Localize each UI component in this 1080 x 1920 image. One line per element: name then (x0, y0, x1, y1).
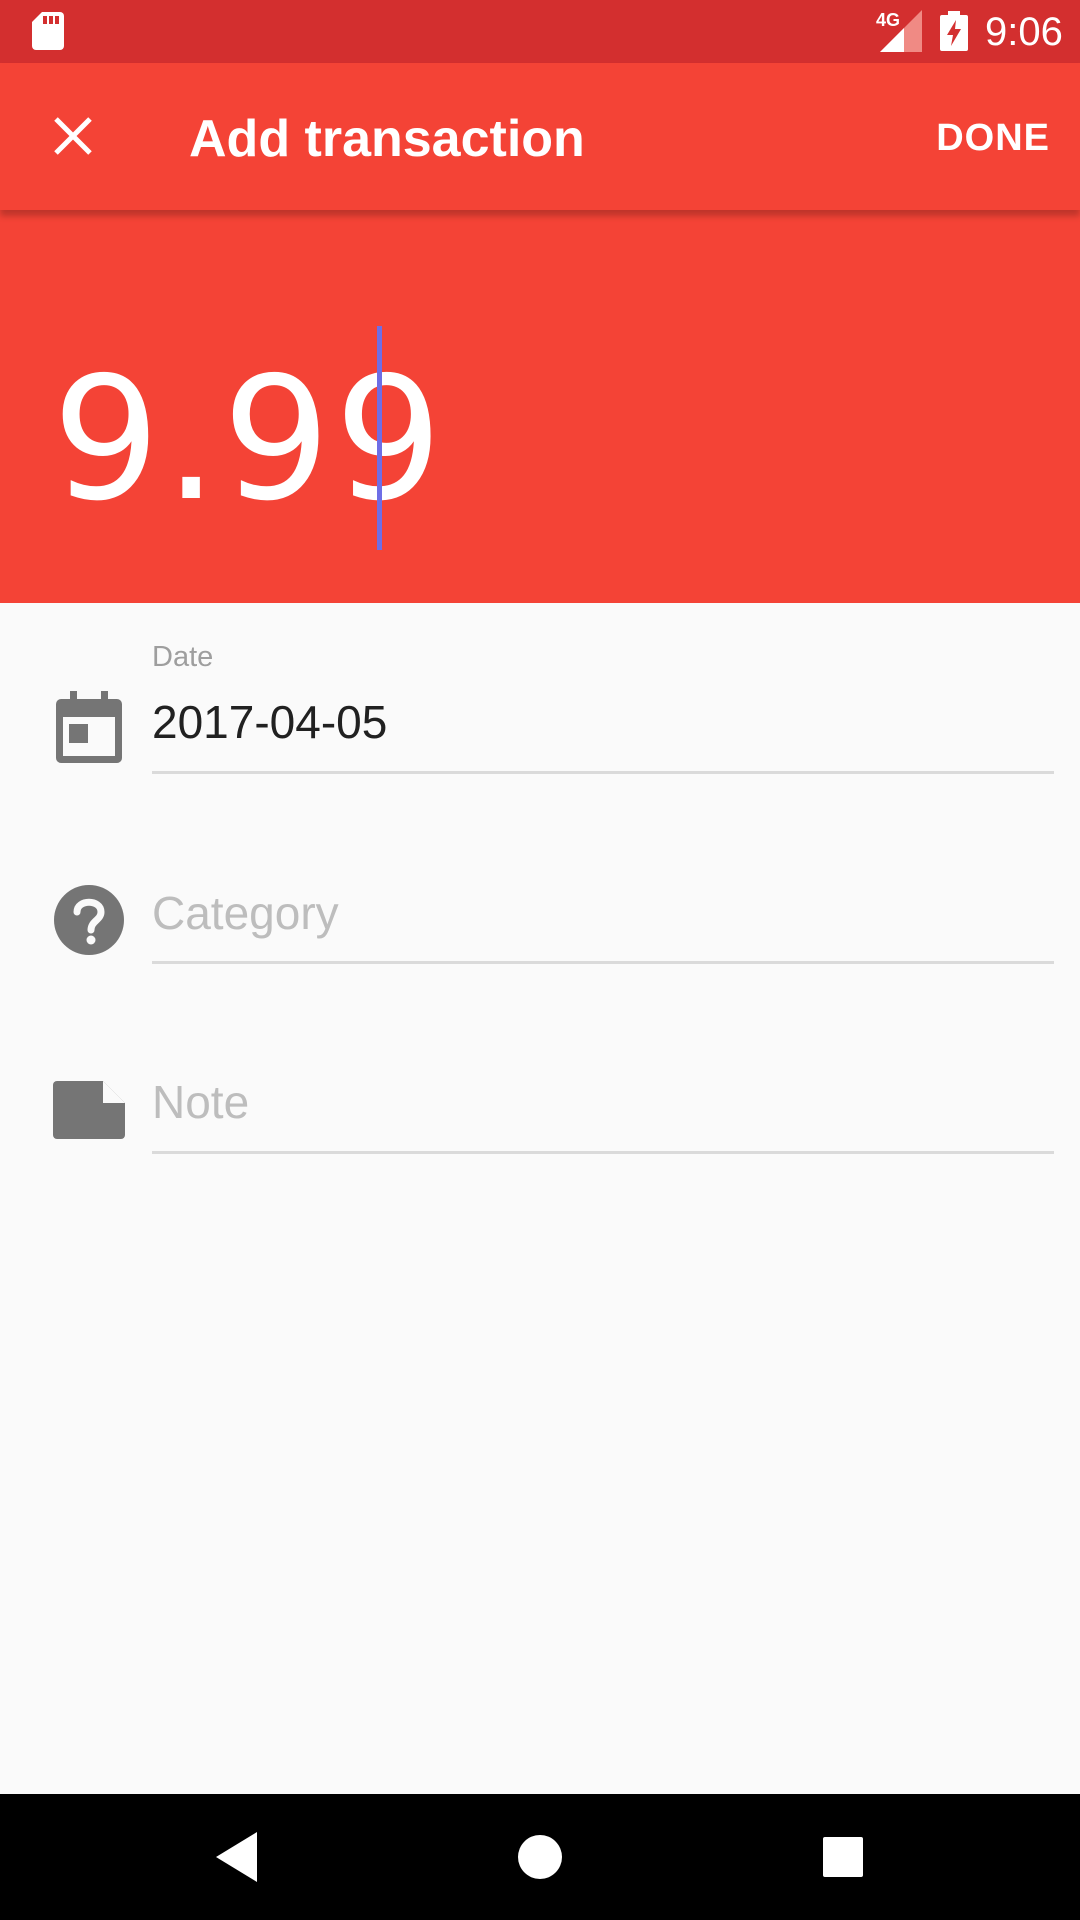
date-field[interactable]: 2017-04-05 (152, 695, 387, 749)
amount-panel: 9.99 (0, 210, 1080, 603)
note-field[interactable]: Note (152, 1075, 249, 1129)
done-button[interactable]: DONE (936, 113, 1050, 163)
date-underline (152, 771, 1054, 774)
note-underline (152, 1151, 1054, 1154)
recents-square-icon[interactable] (808, 1822, 878, 1892)
help-circle-icon (54, 885, 124, 955)
page-title: Add transaction (189, 110, 585, 168)
close-button[interactable] (33, 103, 113, 183)
status-bar: 4G 9:06 (0, 0, 1080, 63)
amount-input[interactable]: 9.99 (52, 355, 447, 525)
category-field[interactable]: Category (152, 886, 339, 940)
category-underline (152, 961, 1054, 964)
date-label: Date (152, 641, 214, 673)
calendar-icon (56, 691, 122, 763)
signal-icon (880, 10, 922, 52)
close-icon (54, 117, 92, 155)
sd-card-icon (32, 12, 64, 50)
status-time: 9:06 (985, 10, 1063, 54)
navigation-bar (0, 1794, 1080, 1920)
battery-charging-icon (940, 11, 968, 51)
note-icon (53, 1081, 125, 1139)
text-caret (377, 326, 382, 550)
toolbar: Add transaction DONE (0, 63, 1080, 210)
home-circle-icon[interactable] (505, 1822, 575, 1892)
back-triangle-icon[interactable] (202, 1822, 272, 1892)
